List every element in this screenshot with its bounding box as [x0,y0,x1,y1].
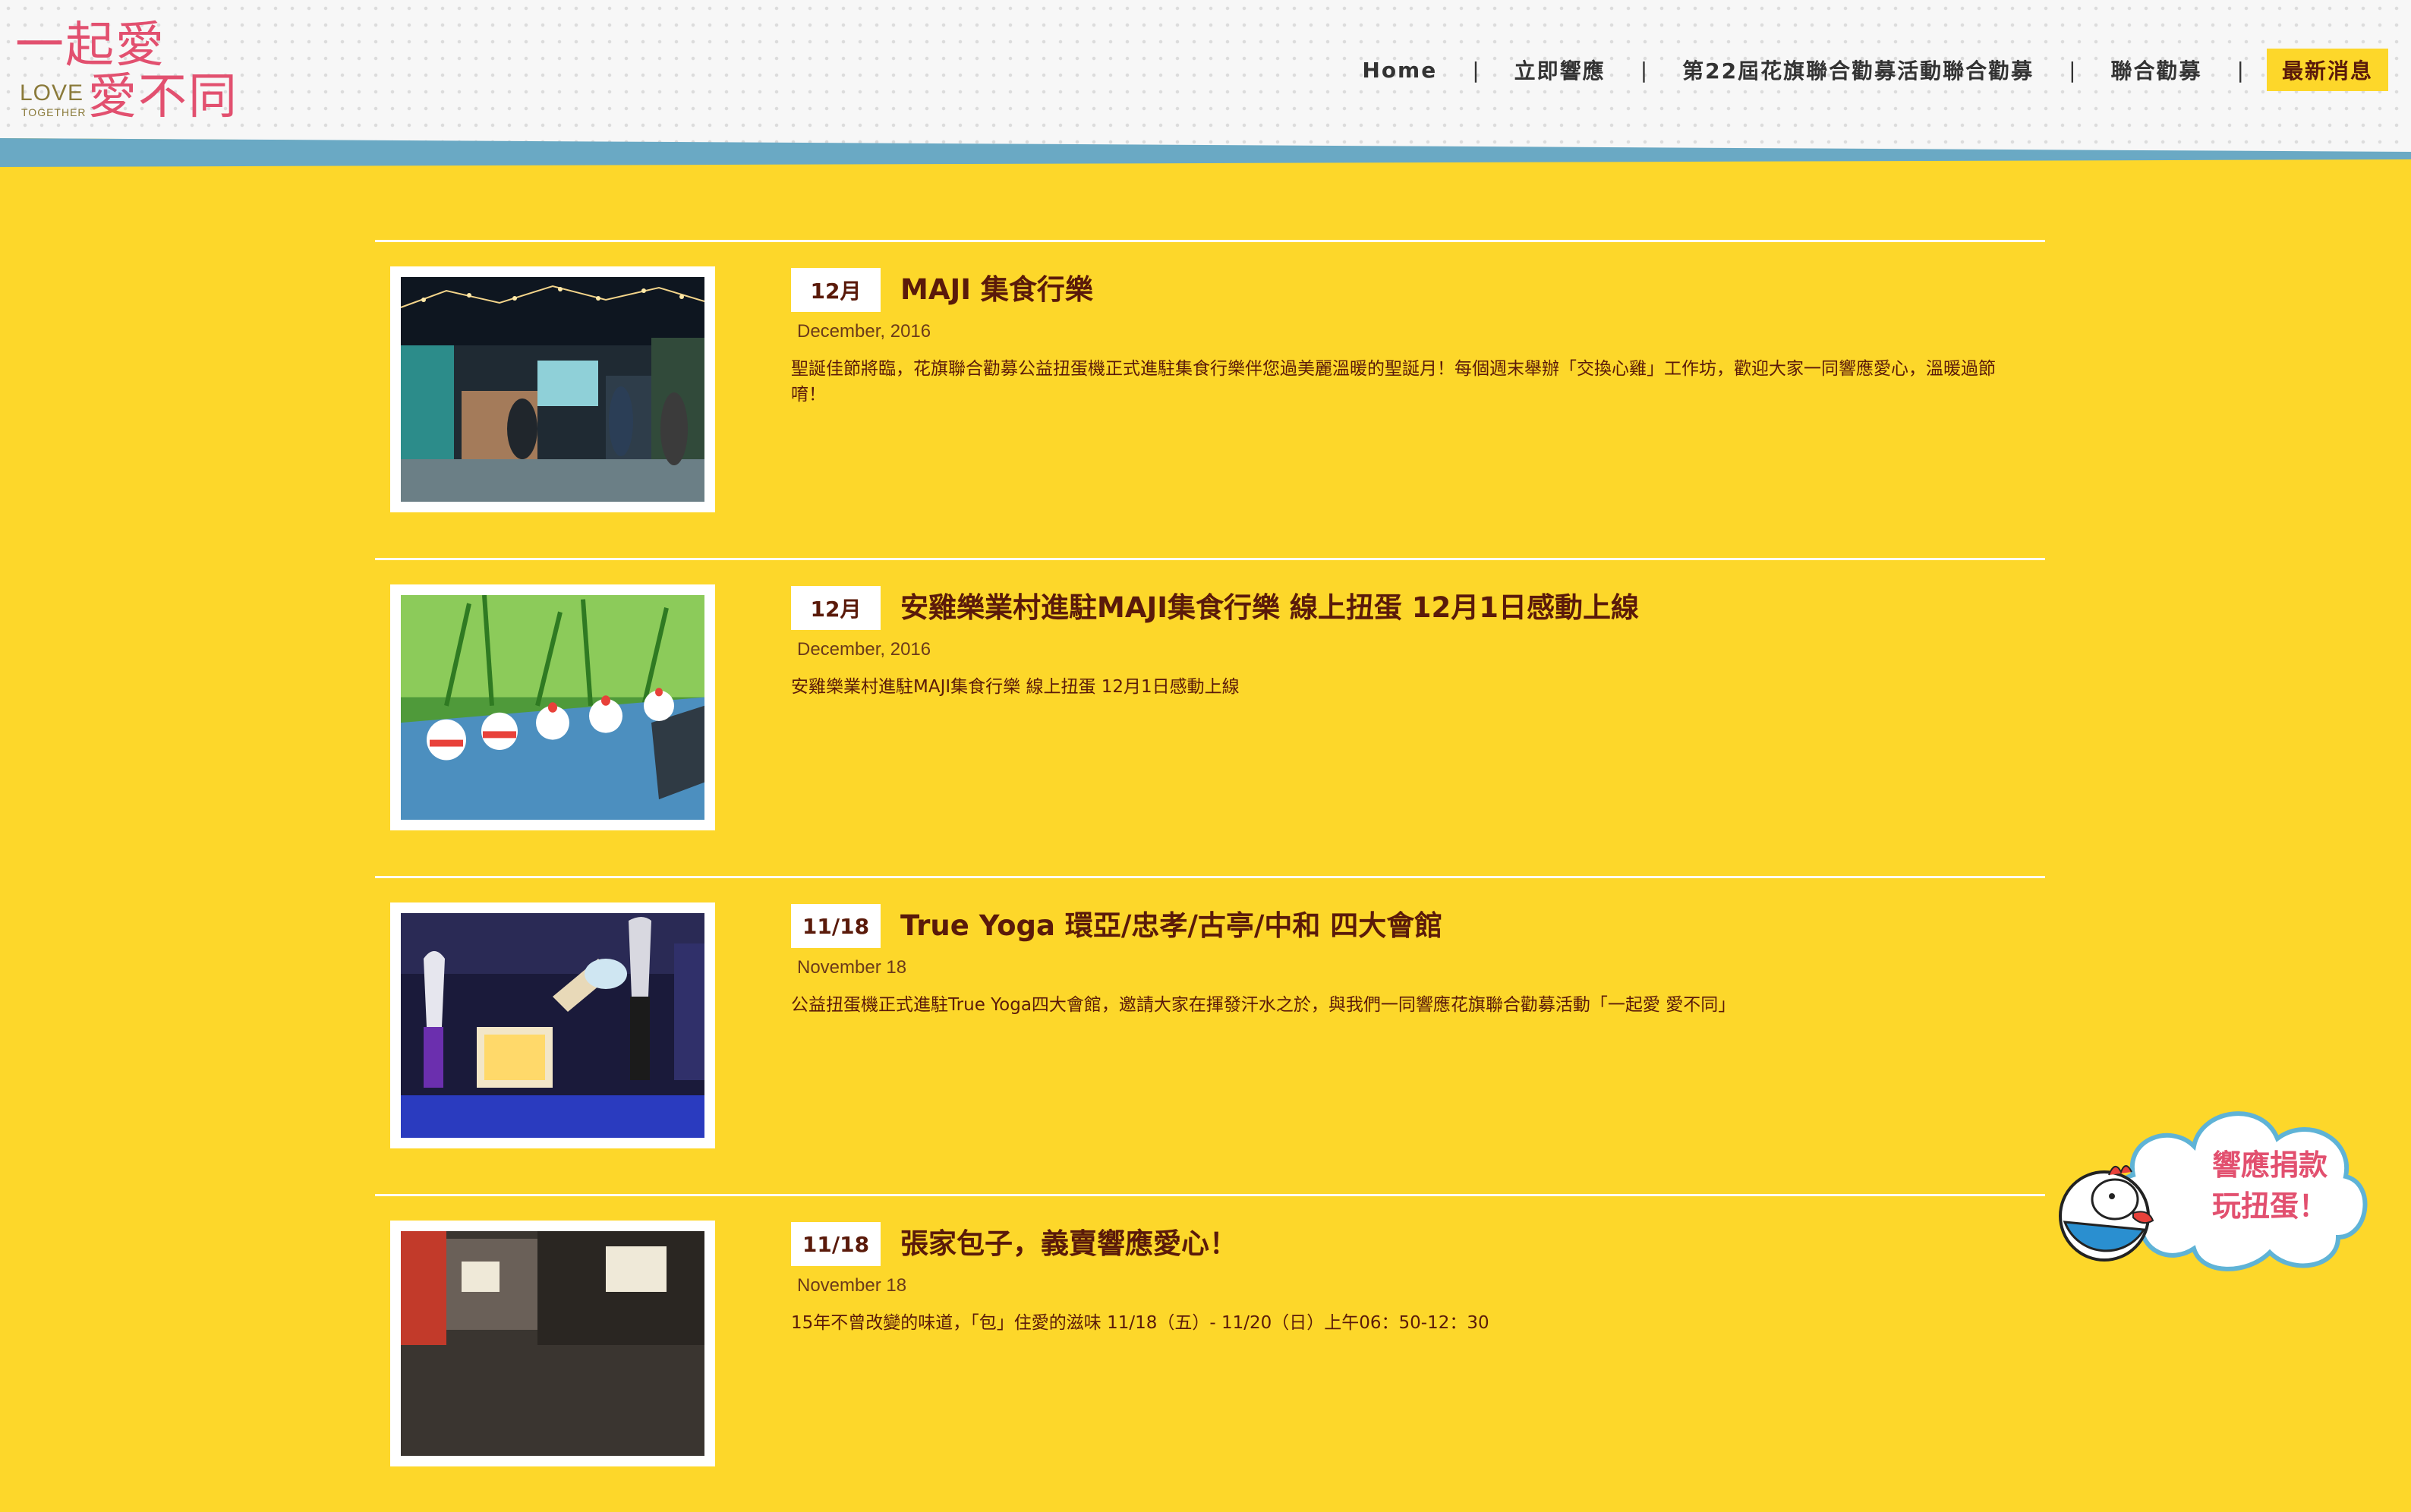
donate-badge-text: 響應捐款 玩扭蛋！ [2179,1145,2361,1227]
nav-separator: | [2236,57,2244,83]
news-title[interactable]: 張家包子，義賣響應愛心！ [900,1222,1237,1266]
news-title[interactable]: MAJI 集食行樂 [900,268,1093,312]
photo-chicken-figures [401,595,704,820]
donate-gacha-badge[interactable]: 響應捐款 玩扭蛋！ [2050,1085,2376,1283]
date-badge: 11/18 [791,1222,881,1266]
news-item: 12月 MAJI 集食行樂 December, 2016 聖誕佳節將臨，花旗聯合… [375,240,2045,558]
logo-text-line1: 一起愛 [15,17,165,74]
news-title[interactable]: 安雞樂業村進駐MAJI集食行樂 線上扭蛋 12月1日感動上線 [900,586,1639,630]
site-header: 一起愛 LOVE TOGETHER 愛不同 Home | 立即響應 | 第22屆… [0,0,2411,175]
nav-home[interactable]: Home [1350,58,1449,83]
news-thumbnail[interactable] [390,584,715,830]
news-date: November 18 [797,1275,907,1296]
nav-citi-campaign[interactable]: 第22屆花旗聯合勸募活動聯合勸募 [1670,55,2046,85]
news-excerpt: 15年不曾改變的味道，「包」住愛的滋味 11/18（五）- 11/20（日）上午… [791,1313,1489,1333]
photo-market-night [401,277,704,502]
news-thumbnail[interactable] [390,902,715,1148]
photo-yoga-display [401,913,704,1138]
nav-united-way[interactable]: 聯合勸募 [2099,55,2214,85]
nav-separator: | [1640,57,1648,83]
news-title[interactable]: True Yoga 環亞/忠孝/古亭/中和 四大會館 [900,904,1442,948]
news-item: 11/18 True Yoga 環亞/忠孝/古亭/中和 四大會館 Novembe… [375,876,2045,1194]
site-logo[interactable]: 一起愛 LOVE TOGETHER 愛不同 [15,17,237,131]
nav-separator: | [2069,57,2076,83]
donate-badge-line1: 響應捐款 [2211,1148,2327,1182]
date-badge: 12月 [791,586,881,630]
news-list: 12月 MAJI 集食行樂 December, 2016 聖誕佳節將臨，花旗聯合… [375,240,2045,1512]
news-excerpt: 安雞樂業村進駐MAJI集食行樂 線上扭蛋 12月1日感動上線 [791,677,1240,697]
donate-badge-line2: 玩扭蛋！ [2211,1189,2327,1223]
nav-latest-news[interactable]: 最新消息 [2266,49,2388,91]
main-nav: Home | 立即響應 | 第22屆花旗聯合勸募活動聯合勸募 | 聯合勸募 | … [1350,49,2388,91]
news-excerpt: 公益扭蛋機正式進駐True Yoga四大會館，邀請大家在揮發汗水之於，與我們一同… [791,995,1736,1015]
date-badge: 12月 [791,268,881,312]
photo-bun-shop [401,1231,704,1456]
logo-text-line2: 愛不同 [88,69,238,125]
nav-respond-now[interactable]: 立即響應 [1502,55,1618,85]
news-date: December, 2016 [797,639,931,660]
news-thumbnail[interactable] [390,1221,715,1466]
news-date: November 18 [797,957,907,978]
header-wave-band [0,138,2411,175]
logo-love: LOVE [20,80,84,106]
news-item: 11/18 張家包子，義賣響應愛心！ November 18 15年不曾改變的味… [375,1194,2045,1512]
news-item: 12月 安雞樂業村進駐MAJI集食行樂 線上扭蛋 12月1日感動上線 Decem… [375,558,2045,876]
news-excerpt: 聖誕佳節將臨，花旗聯合勸募公益扭蛋機正式進駐集食行樂伴您過美麗溫暖的聖誕月！每個… [791,359,1996,405]
logo-together: TOGETHER [21,106,87,118]
date-badge: 11/18 [791,904,881,948]
news-thumbnail[interactable] [390,266,715,512]
news-date: December, 2016 [797,321,931,342]
nav-separator: | [1472,57,1480,83]
